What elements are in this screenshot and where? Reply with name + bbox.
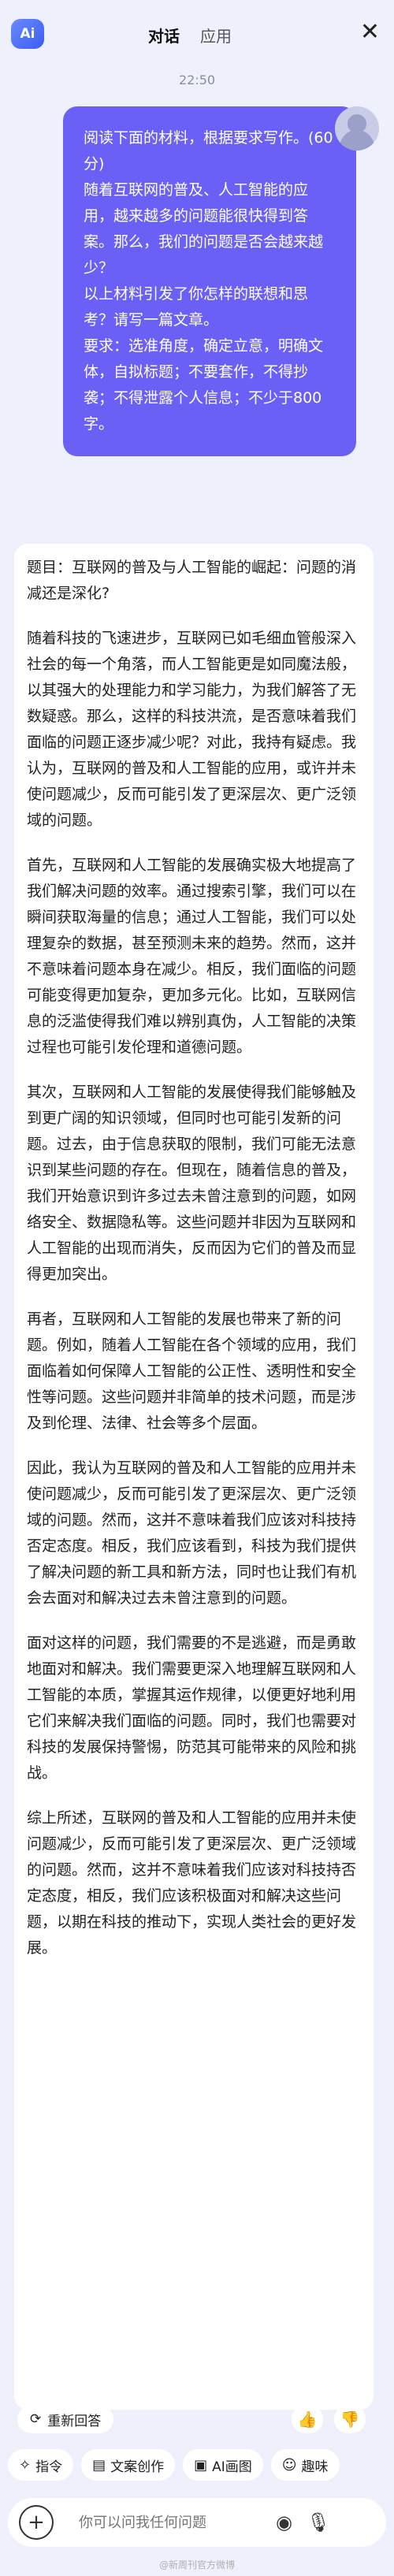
tab-bar: 对话 应用 [148, 24, 232, 46]
message-input[interactable] [77, 2513, 262, 2532]
chip-instruction[interactable]: ✧ 指令 [8, 2449, 74, 2481]
answer-paragraph: 首先，互联网和人工智能的发展确实极大地提高了我们解决问题的效率。通过搜索引擎，我… [27, 857, 357, 1056]
sparkle-icon: ✧ [19, 2456, 32, 2474]
document-icon: ▤ [92, 2456, 106, 2474]
message-composer: + ◉ 🎙 [8, 2498, 386, 2547]
answer-paragraph: 综上所述，互联网的普及和人工智能的应用并未使问题减少，反而可能引发了更深层次、更… [27, 1809, 357, 1957]
chip-label: 文案创作 [110, 2459, 165, 2475]
tab-apps[interactable]: 应用 [200, 24, 232, 46]
thumbs-up-icon[interactable]: 👍 [292, 2405, 323, 2433]
chip-copywriting[interactable]: ▤ 文案创作 [81, 2449, 176, 2481]
user-message-line: 以上材料引发了你怎样的联想和思考？请写一篇文章。 [84, 285, 309, 329]
chip-ai-drawing[interactable]: ▣ AI画图 [183, 2449, 263, 2481]
close-icon[interactable]: ✕ [360, 20, 380, 44]
image-icon: ▣ [194, 2456, 208, 2474]
chip-label: 指令 [35, 2459, 63, 2475]
answer-paragraph: 随着科技的飞速进步，互联网已如毛细血管般深入社会的每一个角落，而人工智能更是如同… [27, 630, 357, 829]
chip-label: AI画图 [212, 2459, 252, 2475]
smile-icon: ☺ [281, 2456, 297, 2474]
thumbs-down-icon[interactable]: 👎 [334, 2405, 366, 2433]
plus-icon[interactable]: + [19, 2505, 54, 2540]
watermark: @新周刊官方微博 [158, 2559, 235, 2570]
user-message-line: 要求：选准角度，确定立意，明确文体，自拟标题；不要套作，不得抄袭；不得泄露个人信… [84, 337, 324, 433]
user-message-line: 随着互联网的普及、人工智能的应用，越来越多的问题能很快得到答案。那么，我们的问题… [84, 181, 324, 277]
regenerate-button[interactable]: ⟳ 重新回答 [17, 2405, 114, 2433]
answer-paragraph: 再者，互联网和人工智能的发展也带来了新的问题。例如，随着人工智能在各个领域的应用… [27, 1310, 357, 1432]
chip-label: 趣味 [301, 2459, 329, 2475]
regenerate-label: 重新回答 [47, 2413, 102, 2429]
avatar[interactable] [335, 106, 379, 151]
answer-paragraph: 因此，我认为互联网的普及和人工智能的应用并未使问题减少，反而可能引发了更深层次、… [27, 1459, 357, 1607]
app-logo: Ai [11, 19, 44, 49]
user-message-bubble: 阅读下面的材料，根据要求写作。(60分) 随着互联网的普及、人工智能的应用，越来… [63, 106, 356, 456]
camera-icon[interactable]: ◉ [276, 2511, 292, 2533]
tab-chat[interactable]: 对话 [148, 24, 180, 46]
chip-fun[interactable]: ☺ 趣味 [270, 2449, 340, 2481]
message-timestamp: 22:50 [178, 72, 216, 87]
top-bar: Ai 对话 应用 ✕ [0, 0, 394, 63]
answer-title: 题目：互联网的普及与人工智能的崛起：问题的消减还是深化? [27, 559, 357, 602]
ai-answer-card: 题目：互联网的普及与人工智能的崛起：问题的消减还是深化? 随着科技的飞速进步，互… [14, 544, 374, 2410]
microphone-icon[interactable]: 🎙 [307, 2511, 330, 2533]
answer-paragraph: 其次，互联网和人工智能的发展使得我们能够触及到更广阔的知识领域，但同时也可能引发… [27, 1084, 357, 1283]
answer-paragraph: 面对这样的问题，我们需要的不是逃避，而是勇敢地面对和解决。我们需要更深入地理解互… [27, 1634, 357, 1782]
user-message-line: 阅读下面的材料，根据要求写作。(60分) [84, 129, 333, 173]
refresh-icon: ⟳ [30, 2411, 42, 2427]
quick-chips: ✧ 指令 ▤ 文案创作 ▣ AI画图 ☺ 趣味 [8, 2449, 340, 2481]
